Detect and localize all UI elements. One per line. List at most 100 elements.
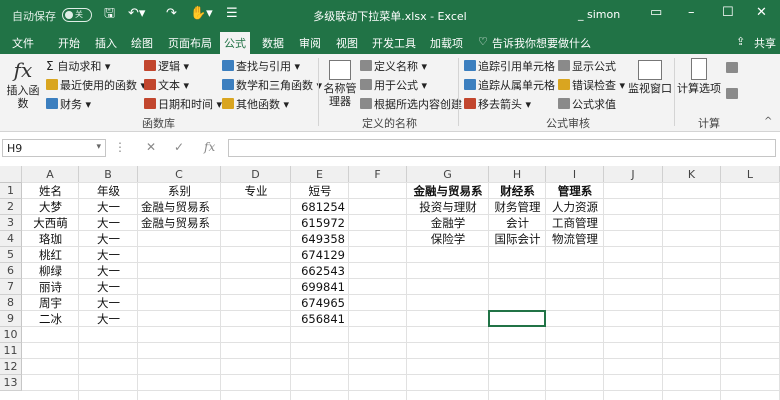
tab-review[interactable]: 审阅 [299, 35, 321, 51]
maximize-icon[interactable]: ☐ [722, 5, 734, 20]
data-cell[interactable]: 大一 [79, 295, 138, 311]
row-header-1[interactable]: 1 [0, 183, 22, 199]
column-header-k[interactable]: K [663, 166, 721, 183]
row-header-8[interactable]: 8 [0, 295, 22, 311]
dept-header-cell[interactable]: 财经系 [489, 183, 546, 199]
undo-icon[interactable]: ↶▾ [128, 6, 145, 22]
row-header-7[interactable]: 7 [0, 279, 22, 295]
tab-home[interactable]: 开始 [58, 35, 80, 51]
header-cell[interactable]: 姓名 [22, 183, 79, 199]
column-header-i[interactable]: I [546, 166, 604, 183]
data-cell[interactable]: 桃红 [22, 247, 79, 263]
data-cell[interactable]: 金融与贸易系 [138, 199, 221, 215]
row-header-9[interactable]: 9 [0, 311, 22, 327]
show-formulas-button[interactable]: 显示公式 [558, 58, 616, 74]
autosave-toggle[interactable]: 关 [62, 8, 92, 22]
math-trig-button[interactable]: 数学和三角函数 ▾ [222, 77, 322, 93]
ribbon-display-icon[interactable]: ▭ [650, 5, 662, 20]
text-button[interactable]: 文本 ▾ [144, 77, 189, 93]
fx-insert-icon[interactable]: fx [204, 140, 215, 154]
tab-insert[interactable]: 插入 [95, 35, 117, 51]
data-cell[interactable]: 丽诗 [22, 279, 79, 295]
minimize-icon[interactable]: – [688, 5, 695, 20]
calc-sheet-icon[interactable] [726, 88, 740, 101]
header-cell[interactable]: 短号 [291, 183, 349, 199]
dept-cell[interactable]: 国际会计 [489, 231, 546, 247]
dept-cell[interactable]: 金融学 [407, 215, 489, 231]
data-cell[interactable]: 大一 [79, 215, 138, 231]
lookup-button[interactable]: 查找与引用 ▾ [222, 58, 300, 74]
active-cell-h9[interactable] [488, 310, 546, 327]
remove-arrows-button[interactable]: 移去箭头 ▾ [464, 96, 531, 112]
data-cell[interactable]: 674129 [291, 247, 349, 263]
select-all-corner[interactable] [0, 166, 22, 183]
formula-input[interactable] [228, 139, 776, 157]
data-cell[interactable]: 681254 [291, 199, 349, 215]
data-cell[interactable]: 大一 [79, 311, 138, 327]
trace-precedents-button[interactable]: 追踪引用单元格 [464, 58, 555, 74]
header-cell[interactable]: 系别 [138, 183, 221, 199]
row-header-6[interactable]: 6 [0, 263, 22, 279]
data-cell[interactable]: 二冰 [22, 311, 79, 327]
tab-file[interactable]: 文件 [12, 35, 34, 51]
tell-me-input[interactable]: 告诉我你想要做什么 [492, 35, 591, 51]
dept-header-cell[interactable]: 金融与贸易系 [407, 183, 489, 199]
collapse-ribbon-icon[interactable]: ^ [764, 116, 772, 127]
row-header-3[interactable]: 3 [0, 215, 22, 231]
row-header-12[interactable]: 12 [0, 359, 22, 375]
data-cell[interactable]: 柳绿 [22, 263, 79, 279]
name-manager-button[interactable]: 名称管理器 [322, 58, 358, 108]
column-header-e[interactable]: E [291, 166, 349, 183]
datetime-button[interactable]: 日期和时间 ▾ [144, 96, 222, 112]
tab-addins[interactable]: 加载项 [430, 35, 463, 51]
dept-cell[interactable]: 物流管理 [546, 231, 604, 247]
trace-dependents-button[interactable]: 追踪从属单元格 [464, 77, 555, 93]
row-header-5[interactable]: 5 [0, 247, 22, 263]
insert-function-button[interactable]: fx 插入函数 [2, 58, 44, 110]
data-cell[interactable]: 珞珈 [22, 231, 79, 247]
close-icon[interactable]: ✕ [756, 5, 767, 20]
dept-header-cell[interactable]: 管理系 [546, 183, 604, 199]
data-cell[interactable]: 大一 [79, 279, 138, 295]
column-header-h[interactable]: H [489, 166, 546, 183]
column-header-j[interactable]: J [604, 166, 663, 183]
data-cell[interactable]: 周宇 [22, 295, 79, 311]
dept-cell[interactable]: 工商管理 [546, 215, 604, 231]
column-header-c[interactable]: C [138, 166, 221, 183]
tab-formulas[interactable]: 公式 [220, 32, 250, 54]
data-cell[interactable]: 大西萌 [22, 215, 79, 231]
dept-cell[interactable]: 人力资源 [546, 199, 604, 215]
touch-mode-icon[interactable]: ✋▾ [190, 6, 213, 22]
save-icon[interactable]: 🖫 [104, 6, 115, 22]
data-cell[interactable]: 662543 [291, 263, 349, 279]
customize-qat-icon[interactable]: ☰ [226, 6, 238, 22]
evaluate-formula-button[interactable]: 公式求值 [558, 96, 616, 112]
row-header-10[interactable]: 10 [0, 327, 22, 343]
column-header-d[interactable]: D [221, 166, 291, 183]
data-cell[interactable]: 大一 [79, 199, 138, 215]
row-header-11[interactable]: 11 [0, 343, 22, 359]
recent-functions-button[interactable]: 最近使用的函数 ▾ [46, 77, 146, 93]
error-checking-button[interactable]: 错误检查 ▾ [558, 77, 625, 93]
create-from-selection-button[interactable]: 根据所选内容创建 [360, 96, 462, 112]
dept-cell[interactable]: 财务管理 [489, 199, 546, 215]
data-cell[interactable]: 674965 [291, 295, 349, 311]
calc-now-icon[interactable] [726, 62, 740, 75]
data-cell[interactable]: 大一 [79, 247, 138, 263]
user-name[interactable]: _ simon [578, 8, 620, 21]
tab-developer[interactable]: 开发工具 [372, 35, 416, 51]
row-header-13[interactable]: 13 [0, 375, 22, 391]
watch-window-button[interactable]: 监视窗口 [628, 58, 672, 95]
data-cell[interactable]: 大梦 [22, 199, 79, 215]
data-cell[interactable]: 大一 [79, 263, 138, 279]
dept-cell[interactable]: 会计 [489, 215, 546, 231]
data-cell[interactable]: 615972 [291, 215, 349, 231]
redo-icon[interactable]: ↷ [166, 6, 177, 22]
financial-button[interactable]: 财务 ▾ [46, 96, 91, 112]
column-header-f[interactable]: F [349, 166, 407, 183]
tab-data[interactable]: 数据 [262, 35, 284, 51]
data-cell[interactable]: 649358 [291, 231, 349, 247]
dept-cell[interactable]: 保险学 [407, 231, 489, 247]
tab-view[interactable]: 视图 [336, 35, 358, 51]
share-button[interactable]: 共享 [754, 35, 776, 51]
